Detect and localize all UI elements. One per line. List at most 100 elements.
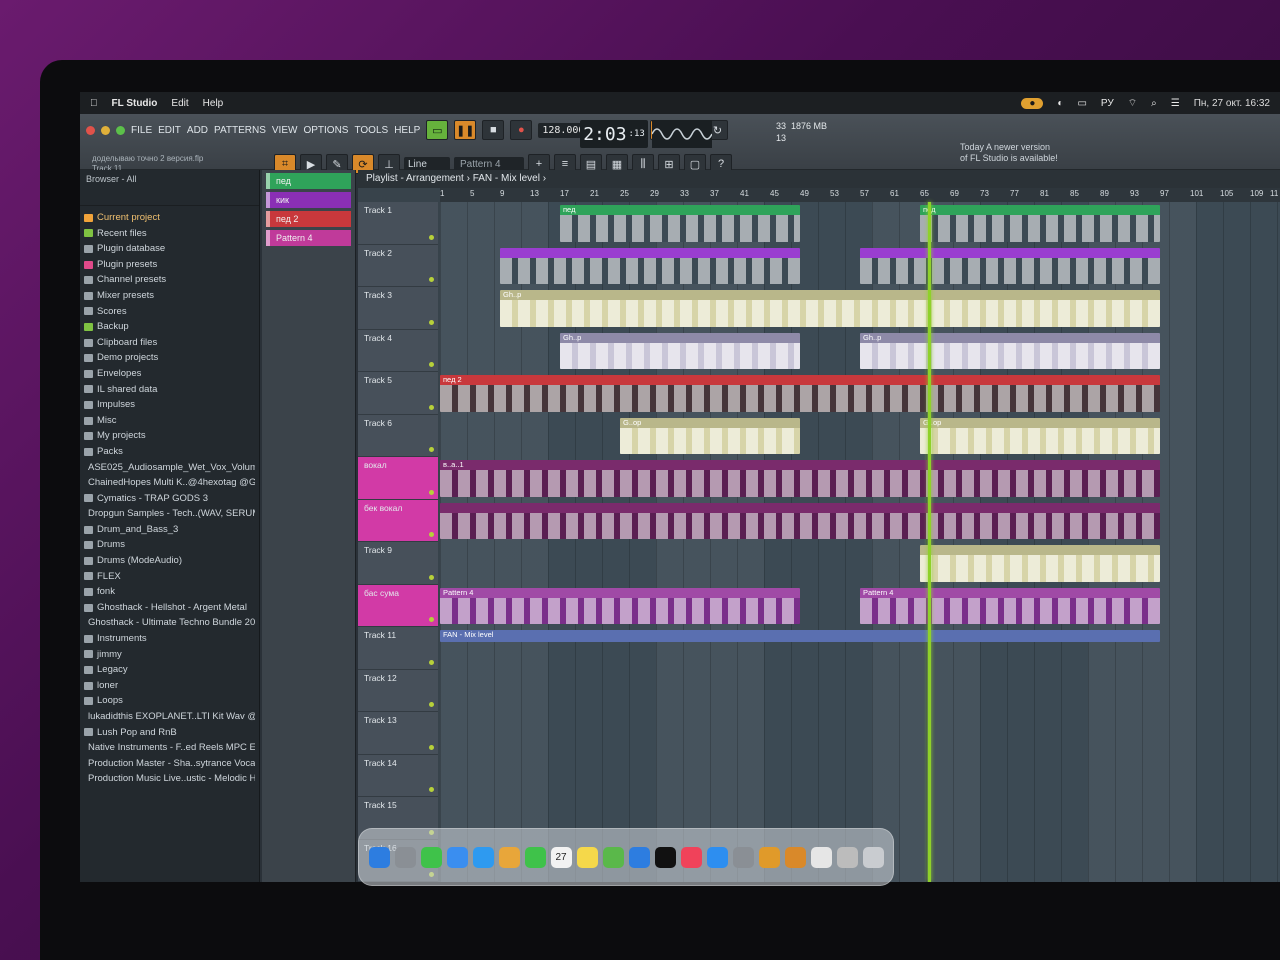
pattern-clip[interactable]: Pattern 4 bbox=[440, 587, 800, 624]
window-close-icon[interactable] bbox=[86, 125, 95, 135]
browser-item[interactable]: Instruments bbox=[84, 631, 255, 647]
finder-icon[interactable] bbox=[368, 846, 390, 868]
browser-item[interactable]: Channel presets bbox=[84, 272, 255, 288]
browser-item[interactable]: Clipboard files bbox=[84, 335, 255, 351]
fl-menu-help[interactable]: HELP bbox=[394, 125, 420, 136]
browser-item[interactable]: Plugin presets bbox=[84, 257, 255, 273]
maps-icon[interactable] bbox=[602, 846, 624, 868]
pattern-clip[interactable] bbox=[860, 247, 1160, 284]
recording-indicator-icon[interactable]: ● bbox=[1021, 97, 1044, 109]
photos-icon[interactable] bbox=[498, 846, 520, 868]
pattern-clip[interactable] bbox=[440, 502, 1160, 539]
pattern-item[interactable]: кик bbox=[266, 192, 351, 208]
track-header[interactable]: Track 1 bbox=[358, 202, 438, 245]
browser-item[interactable]: ASE025_Audiosample_Wet_Vox_Volume_2 bbox=[84, 460, 255, 476]
timeline-ruler[interactable]: 1 5 9 13 17 21 25 29 33 37 41 45 49 53 57 61 65 69 73 77 81 8… bbox=[440, 188, 1280, 202]
browser-item[interactable]: Backup bbox=[84, 319, 255, 335]
browser-title[interactable]: Browser - All bbox=[86, 174, 137, 184]
pattern-clip[interactable]: в..a..1 bbox=[440, 460, 1160, 497]
track-enable-led[interactable] bbox=[429, 447, 434, 452]
window-zoom-icon[interactable] bbox=[116, 125, 125, 135]
playhead[interactable] bbox=[927, 202, 931, 882]
browser-item[interactable]: Plugin database bbox=[84, 241, 255, 257]
track-header[interactable]: бек вокал bbox=[358, 499, 438, 542]
track-header[interactable]: Track 4 bbox=[358, 329, 438, 372]
browser-item[interactable]: Loops bbox=[84, 693, 255, 709]
browser-item[interactable]: Scores bbox=[84, 304, 255, 320]
mail-icon[interactable] bbox=[446, 846, 468, 868]
pattern-clip[interactable]: Gh..p bbox=[560, 332, 800, 369]
pattern-item[interactable]: пед bbox=[266, 173, 351, 189]
browser-item[interactable]: Production Master - Sha..sytrance Vocals… bbox=[84, 756, 255, 772]
menu-help[interactable]: Help bbox=[203, 98, 224, 109]
track-header[interactable]: Track 5 bbox=[358, 372, 438, 415]
track-enable-led[interactable] bbox=[429, 744, 434, 750]
pattern-clip[interactable] bbox=[500, 247, 800, 284]
record-button[interactable]: ● bbox=[510, 120, 533, 140]
track-header[interactable]: Track 13 bbox=[358, 712, 438, 755]
track-enable-led[interactable] bbox=[429, 659, 434, 665]
pattern-item[interactable]: Pattern 4 bbox=[266, 230, 351, 246]
track-enable-led[interactable] bbox=[429, 277, 434, 282]
track-header[interactable]: Track 9 bbox=[358, 542, 438, 585]
pattern-clip[interactable]: G..op bbox=[620, 417, 800, 454]
messages-icon[interactable] bbox=[420, 846, 442, 868]
time-display[interactable]: 2:03:13 bbox=[580, 120, 648, 148]
clock[interactable]: Пн, 27 окт. 16:32 bbox=[1194, 98, 1270, 109]
pattern-item[interactable]: пед 2 bbox=[266, 211, 351, 227]
pattern-clip[interactable]: пед 2 bbox=[440, 375, 1160, 412]
arrangement-grid[interactable]: пед пед Gh..p Gh..p Gh..p пед 2 G..op G..op в..a… bbox=[440, 202, 1280, 882]
track-header[interactable]: Track 14 bbox=[358, 754, 438, 797]
track-header[interactable]: Track 6 bbox=[358, 414, 438, 457]
fl-menu-edit[interactable]: EDIT bbox=[158, 125, 181, 136]
automation-clip[interactable]: FAN - Mix level bbox=[440, 630, 1160, 642]
lang-indicator[interactable]: РУ bbox=[1101, 98, 1114, 109]
pattern-clip[interactable]: Pattern 4 bbox=[860, 587, 1160, 624]
browser-item[interactable]: Drums bbox=[84, 537, 255, 553]
track-enable-led[interactable] bbox=[429, 489, 434, 495]
books-icon[interactable] bbox=[628, 846, 650, 868]
song-mode-toggle[interactable]: ▭ bbox=[426, 120, 449, 140]
browser-item[interactable]: Dropgun Samples - Tech..(WAV, SERUM) [20… bbox=[84, 506, 255, 522]
pattern-clip[interactable]: Gh..p bbox=[860, 332, 1160, 369]
pattern-clip[interactable]: пед bbox=[920, 205, 1160, 242]
browser-item[interactable]: FLEX bbox=[84, 569, 255, 585]
browser-item[interactable]: Mixer presets bbox=[84, 288, 255, 304]
stop-button[interactable]: ■ bbox=[482, 120, 505, 140]
fl-menu-view[interactable]: VIEW bbox=[272, 125, 298, 136]
browser-item[interactable]: fonk bbox=[84, 584, 255, 600]
track-enable-led[interactable] bbox=[429, 362, 434, 367]
fl-studio-icon[interactable] bbox=[758, 846, 780, 868]
browser-item[interactable]: Demo projects bbox=[84, 350, 255, 366]
browser-item[interactable]: jimmy bbox=[84, 647, 255, 663]
track-enable-led[interactable] bbox=[429, 319, 434, 325]
track-enable-led[interactable] bbox=[429, 532, 434, 537]
facetime-icon[interactable] bbox=[524, 846, 546, 868]
status-icon[interactable]: ◐ bbox=[1057, 98, 1063, 109]
play-button[interactable]: ❚❚ bbox=[454, 120, 477, 140]
browser-item[interactable]: lukadidthis EXOPLANET..LTI Kit Wav @Goat… bbox=[84, 709, 255, 725]
safari-icon[interactable] bbox=[472, 846, 494, 868]
browser-item[interactable]: Misc bbox=[84, 413, 255, 429]
app-name-menu[interactable]: FL Studio bbox=[112, 98, 158, 109]
music-icon[interactable] bbox=[680, 846, 702, 868]
fl-menu-patterns[interactable]: PATTERNS bbox=[214, 125, 266, 136]
browser-item[interactable]: loner bbox=[84, 678, 255, 694]
battery-icon[interactable]: ▭ bbox=[1077, 98, 1086, 109]
browser-item[interactable]: Envelopes bbox=[84, 366, 255, 382]
pattern-clip[interactable] bbox=[920, 545, 1160, 582]
preview-icon[interactable] bbox=[836, 846, 858, 868]
news-panel[interactable]: Today A newer version of FL Studio is av… bbox=[960, 142, 1058, 164]
browser-item[interactable]: Current project bbox=[84, 210, 255, 226]
fl-menu-file[interactable]: FILE bbox=[131, 125, 152, 136]
browser-item[interactable]: Production Music Live..ustic - Melodic H… bbox=[84, 771, 255, 787]
search-icon[interactable]: ⌕ bbox=[1151, 98, 1157, 109]
track-header[interactable]: Track 3 bbox=[358, 287, 438, 330]
flstudio2-icon[interactable] bbox=[784, 846, 806, 868]
track-header[interactable]: вокал bbox=[358, 457, 438, 500]
document-icon[interactable] bbox=[810, 846, 832, 868]
browser-item[interactable]: ChainedHopes Multi K..@4hexotag @Goat_Ki… bbox=[84, 475, 255, 491]
browser-item[interactable]: Recent files bbox=[84, 226, 255, 242]
track-header[interactable]: Track 12 bbox=[358, 669, 438, 712]
window-minimize-icon[interactable] bbox=[101, 125, 110, 135]
